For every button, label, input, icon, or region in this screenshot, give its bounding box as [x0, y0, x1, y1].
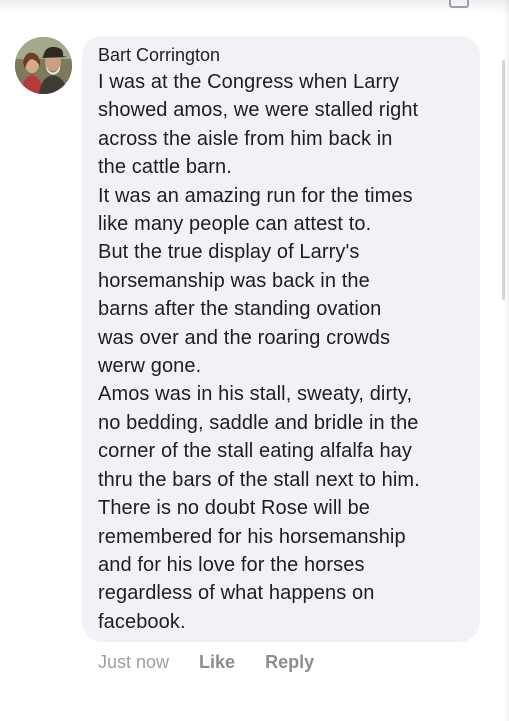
comment-screen: Bart Corrington I was at the Congress wh… [0, 0, 509, 721]
comment-author[interactable]: Bart Corrington [98, 44, 468, 66]
comment-bubble: Bart Corrington I was at the Congress wh… [82, 36, 480, 642]
reply-button[interactable]: Reply [265, 650, 314, 674]
comment-timestamp[interactable]: Just now [98, 650, 169, 674]
comment-text: I was at the Congress when Larry showed … [98, 71, 420, 633]
comment-actions: Just now Like Reply [98, 650, 314, 674]
right-edge-shadow [503, 0, 509, 721]
partial-top-icon[interactable] [449, 0, 469, 8]
avatar-photo-icon [15, 37, 72, 94]
top-edge [0, 0, 509, 14]
like-button[interactable]: Like [199, 650, 235, 674]
avatar[interactable] [15, 37, 72, 94]
